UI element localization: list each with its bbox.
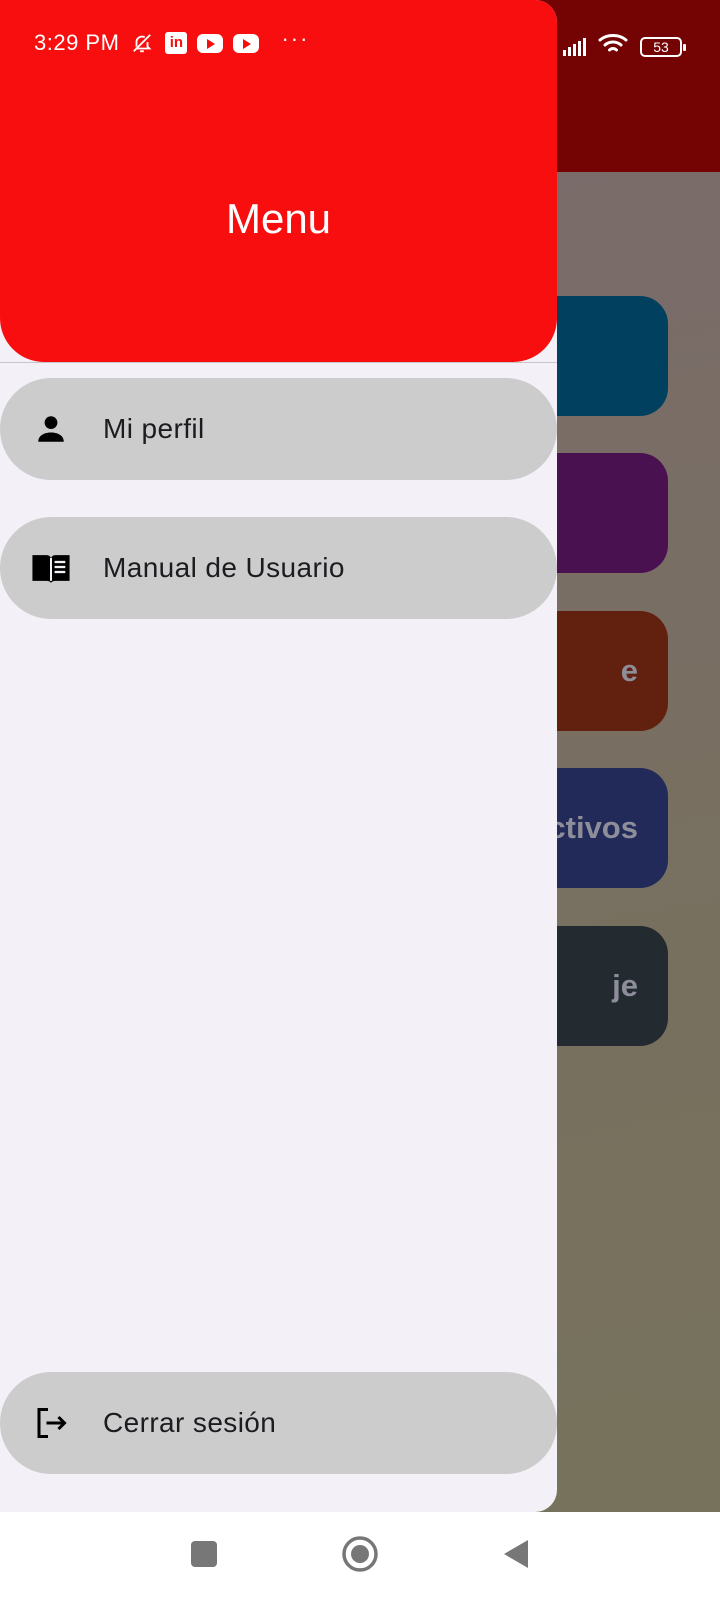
menu-item-label: Manual de Usuario xyxy=(103,552,345,583)
back-button[interactable] xyxy=(494,1534,538,1578)
more-notifications-icon: ··· xyxy=(281,26,310,51)
background-card-label: ctivos xyxy=(548,810,638,845)
logout-label: Cerrar sesión xyxy=(103,1407,277,1438)
status-left: 3:29 PM in ··· xyxy=(34,26,310,56)
signal-icon xyxy=(563,37,586,56)
menu-item-label: Mi perfil xyxy=(103,413,205,444)
status-time: 3:29 PM xyxy=(34,30,120,55)
recents-button[interactable] xyxy=(182,1534,226,1578)
background-card-label: je xyxy=(612,968,638,1003)
book-icon xyxy=(31,548,71,588)
youtube-icon xyxy=(233,33,260,53)
menu-item-manual-de-usuario[interactable]: Manual de Usuario xyxy=(0,517,557,619)
youtube-icon xyxy=(197,33,224,53)
drawer-divider xyxy=(0,362,557,363)
menu-item-mi-perfil[interactable]: Mi perfil xyxy=(0,378,557,480)
bell-off-icon xyxy=(129,32,155,54)
status-bar: 3:29 PM in ··· 53 xyxy=(0,0,720,90)
logout-button[interactable]: Cerrar sesión xyxy=(0,1372,557,1474)
logout-icon xyxy=(31,1403,71,1443)
background-card-label: e xyxy=(620,653,638,688)
person-icon xyxy=(31,409,71,449)
linkedin-icon: in xyxy=(165,32,188,54)
status-right: 53 xyxy=(563,32,686,61)
system-navigation-bar xyxy=(0,1512,720,1600)
home-button[interactable] xyxy=(338,1534,382,1578)
recents-icon xyxy=(190,1540,218,1573)
battery-icon: 53 xyxy=(640,36,686,57)
home-icon xyxy=(341,1535,379,1578)
wifi-icon xyxy=(598,32,628,61)
back-icon xyxy=(502,1538,530,1575)
navigation-drawer: Menu Mi perfil Manual de Usuario Cerrar … xyxy=(0,0,557,1512)
drawer-title: Menu xyxy=(225,195,332,242)
